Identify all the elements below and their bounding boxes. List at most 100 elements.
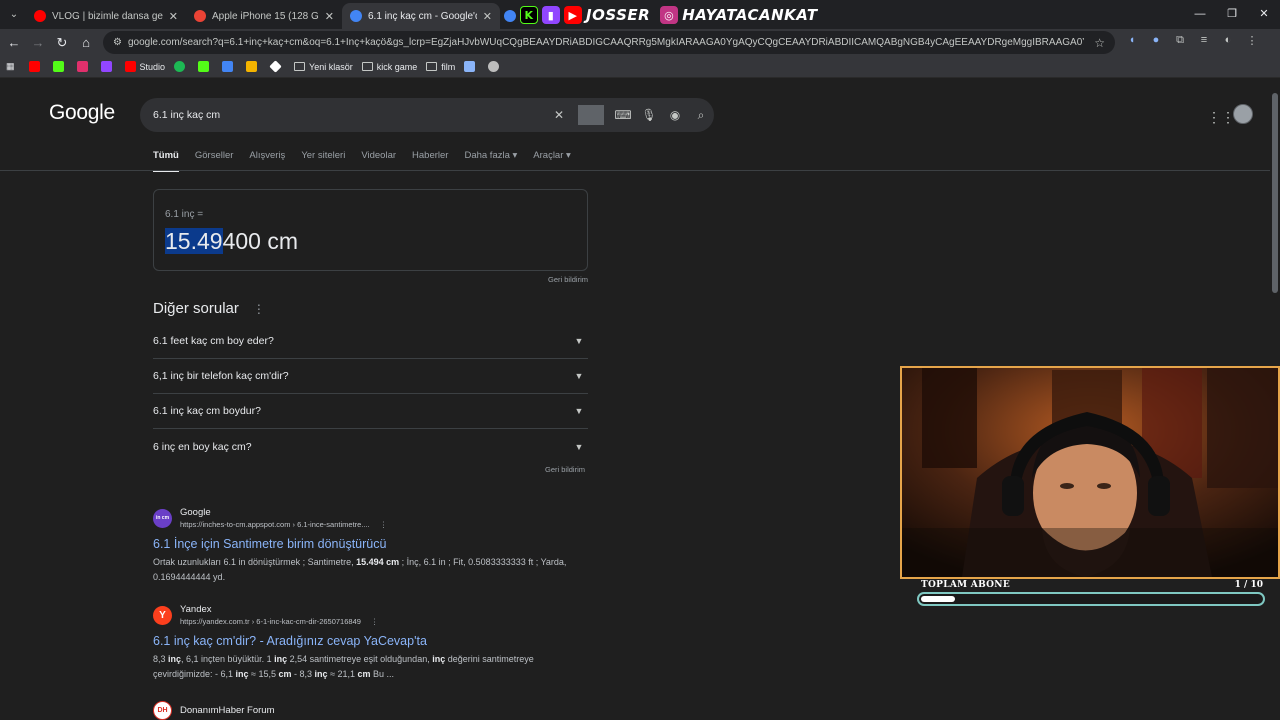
tab-all[interactable]: Tümü <box>153 150 179 172</box>
back-icon[interactable]: ← <box>2 35 26 50</box>
forward-icon[interactable]: → <box>26 35 50 50</box>
paa-question[interactable]: 6,1 inç bir telefon kaç cm'dir? ▼ <box>153 359 588 394</box>
result-snippet: 8,3 inç, 6,1 inçten büyüktür. 1 inç 2,54… <box>153 654 534 679</box>
tab-apple-iphone[interactable]: Apple iPhone 15 (128 GB) - Ap ✕ <box>186 3 342 29</box>
paa-question[interactable]: 6 inç en boy kaç cm? ▼ <box>153 429 588 464</box>
selected-text[interactable]: 15.49 <box>165 228 223 254</box>
result-source[interactable]: Y Yandex https://yandex.com.tr › 6-1-inc… <box>153 604 593 627</box>
close-icon[interactable]: ✕ <box>483 10 492 23</box>
tab-places[interactable]: Yer siteleri <box>301 150 345 161</box>
folder-icon <box>294 62 306 71</box>
bookmark-label: kick game <box>376 61 418 72</box>
bookmark-kick-2[interactable] <box>198 61 213 72</box>
tab-vlog[interactable]: VLOG | bizimle dansa gelin | bi ✕ <box>26 3 186 29</box>
bookmark-spotify[interactable] <box>174 61 189 72</box>
media-control-icon[interactable]: ≡ <box>1197 33 1211 47</box>
bookmark-site-3[interactable] <box>269 60 285 73</box>
result-source[interactable]: DH DonanımHaber Forum <box>153 701 593 720</box>
converter-result-rest[interactable]: 400 cm <box>223 228 298 254</box>
webcam-overlay <box>900 366 1280 579</box>
keyboard-icon[interactable]: ⌨ <box>610 108 636 122</box>
search-box[interactable]: 6.1 inç kaç cm ✕ ⌨ 🎙︎ ◉ ⌕ <box>140 98 714 132</box>
twitch-icon <box>100 61 112 72</box>
unit-converter-card: 6.1 inç = 15.49400 cm <box>153 189 588 271</box>
lens-camera-icon[interactable]: ◉ <box>662 108 688 122</box>
result-title-link[interactable]: 6.1 inç kaç cm'dir? - Aradığınız cevap Y… <box>153 634 593 648</box>
home-icon[interactable]: ⌂ <box>74 35 98 50</box>
close-window-icon[interactable]: ✕ <box>1248 0 1280 29</box>
chevron-down-icon[interactable]: ▼ <box>570 402 588 420</box>
audio-icon[interactable]: ◖ <box>1125 33 1139 47</box>
converter-result[interactable]: 15.49400 cm <box>165 228 298 255</box>
bookmark-site-2[interactable] <box>246 61 261 72</box>
tab-images[interactable]: Görseller <box>195 150 234 161</box>
google-logo[interactable]: Google <box>49 101 115 125</box>
paa-question-text: 6.1 feet kaç cm boy eder? <box>153 335 274 347</box>
bookmark-folder-yeni-klasor[interactable]: Yeni klasör <box>294 62 353 72</box>
tab-search-icon[interactable]: ⌄ <box>2 3 26 27</box>
profile-icon[interactable]: ◐ <box>1221 33 1235 47</box>
more-options-icon[interactable]: ⋮ <box>253 302 265 316</box>
bookmark-twitch[interactable] <box>100 61 116 72</box>
close-icon[interactable]: ✕ <box>169 10 178 23</box>
site-icon <box>222 61 234 72</box>
minimize-icon[interactable]: — <box>1184 0 1216 29</box>
bookmark-globe[interactable] <box>488 61 503 72</box>
feedback-link[interactable]: Geri bildirim <box>548 275 588 284</box>
microphone-icon[interactable]: 🎙︎ <box>636 108 662 122</box>
bookmark-star-icon[interactable]: ☆ <box>1094 36 1105 50</box>
toolbar-extensions: ◖ ● ⧉ ≡ ◐ ⋮ <box>1125 33 1259 47</box>
chevron-down-icon[interactable]: ▼ <box>570 367 588 385</box>
tab-more[interactable]: Daha fazla ▾ <box>464 150 517 161</box>
brand-name-instagram: HAYATACANKAT <box>682 6 818 24</box>
bookmark-instagram[interactable] <box>76 61 92 72</box>
more-options-icon[interactable]: ⋮ <box>371 617 379 626</box>
tab-videos[interactable]: Videolar <box>361 150 396 161</box>
paa-question[interactable]: 6.1 inç kaç cm boydur? ▼ <box>153 394 588 429</box>
bookmark-folder-film[interactable]: film <box>426 62 455 72</box>
extension-icon[interactable]: ● <box>1149 33 1163 47</box>
search-icon[interactable]: ⌕ <box>688 108 714 123</box>
apps-grid-icon[interactable]: ▦ <box>6 61 15 72</box>
paa-question[interactable]: 6.1 feet kaç cm boy eder? ▼ <box>153 324 588 359</box>
site-icon <box>246 61 258 72</box>
feedback-link[interactable]: Geri bildirim <box>545 465 585 474</box>
address-bar[interactable]: ⚙ google.com/search?q=6.1+inç+kaç+cm&oq=… <box>103 31 1115 54</box>
tab-google-extra[interactable] <box>500 3 520 29</box>
chevron-down-icon[interactable]: ▼ <box>570 332 588 350</box>
google-apps-icon[interactable]: ⋮⋮ <box>1207 109 1235 126</box>
bookmark-folder-kick-game[interactable]: kick game <box>361 61 418 72</box>
bookmark-kick[interactable] <box>52 61 68 72</box>
bookmark-youtube[interactable] <box>28 61 44 72</box>
site-info-icon[interactable]: ⚙ <box>113 37 122 48</box>
result-title-link[interactable]: 6.1 İnçe için Santimetre birim dönüştürü… <box>153 537 593 551</box>
menu-dots-icon[interactable]: ⋮ <box>1245 33 1259 47</box>
search-result: DH DonanımHaber Forum <box>153 701 593 720</box>
result-url-text: https://inches-to-cm.appspot.com › 6.1-i… <box>180 520 370 529</box>
url-text[interactable]: google.com/search?q=6.1+inç+kaç+cm&oq=6.… <box>128 37 1084 48</box>
youtube-icon <box>28 61 40 72</box>
tab-google-search[interactable]: 6.1 inç kaç cm - Google'da Ara ✕ <box>342 3 500 29</box>
browser-toolbar: ← → ↻ ⌂ ⚙ google.com/search?q=6.1+inç+ka… <box>0 29 1280 56</box>
google-icon <box>504 10 516 22</box>
scrollbar-thumb[interactable] <box>1272 93 1278 293</box>
more-options-icon[interactable]: ⋮ <box>380 520 388 529</box>
tab-shopping[interactable]: Alışveriş <box>249 150 285 161</box>
window-controls: — ❐ ✕ <box>1184 0 1280 29</box>
avatar[interactable] <box>1233 104 1253 124</box>
bookmark-site[interactable] <box>222 61 237 72</box>
tab-tools[interactable]: Araçlar ▾ <box>533 150 571 161</box>
chevron-down-icon[interactable]: ▼ <box>570 438 588 456</box>
bookmark-studio[interactable]: Studio <box>124 61 165 72</box>
bookmark-image[interactable] <box>464 61 479 72</box>
clear-icon[interactable]: ✕ <box>546 108 572 122</box>
result-source[interactable]: in cm Google https://inches-to-cm.appspo… <box>153 507 593 530</box>
close-icon[interactable]: ✕ <box>325 10 334 23</box>
people-also-ask-title: Diğer sorular ⋮ <box>153 300 265 317</box>
search-input[interactable]: 6.1 inç kaç cm <box>153 109 546 121</box>
reload-icon[interactable]: ↻ <box>50 35 74 51</box>
extensions-puzzle-icon[interactable]: ⧉ <box>1173 33 1187 47</box>
tab-news[interactable]: Haberler <box>412 150 448 161</box>
tab-label: Apple iPhone 15 (128 GB) - Ap <box>212 10 319 22</box>
restore-icon[interactable]: ❐ <box>1216 0 1248 29</box>
